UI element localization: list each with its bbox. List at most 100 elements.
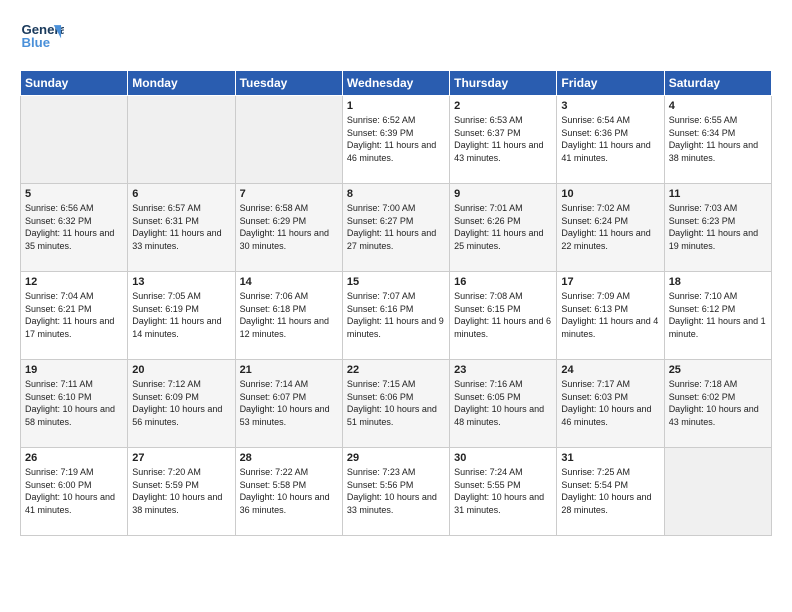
day-info: Sunrise: 7:06 AMSunset: 6:18 PMDaylight:… <box>240 290 338 340</box>
day-number: 23 <box>454 364 552 376</box>
calendar: SundayMondayTuesdayWednesdayThursdayFrid… <box>20 70 772 536</box>
calendar-cell: 13 Sunrise: 7:05 AMSunset: 6:19 PMDayligh… <box>128 272 235 360</box>
weekday-header-tuesday: Tuesday <box>235 71 342 96</box>
day-info: Sunrise: 7:12 AMSunset: 6:09 PMDaylight:… <box>132 378 230 428</box>
day-info: Sunrise: 6:56 AMSunset: 6:32 PMDaylight:… <box>25 202 123 252</box>
calendar-cell: 28 Sunrise: 7:22 AMSunset: 5:58 PMDayligh… <box>235 448 342 536</box>
day-info: Sunrise: 7:09 AMSunset: 6:13 PMDaylight:… <box>561 290 659 340</box>
day-info: Sunrise: 7:24 AMSunset: 5:55 PMDaylight:… <box>454 466 552 516</box>
day-info: Sunrise: 6:57 AMSunset: 6:31 PMDaylight:… <box>132 202 230 252</box>
calendar-cell: 5 Sunrise: 6:56 AMSunset: 6:32 PMDaylight… <box>21 184 128 272</box>
day-info: Sunrise: 7:19 AMSunset: 6:00 PMDaylight:… <box>25 466 123 516</box>
calendar-cell: 20 Sunrise: 7:12 AMSunset: 6:09 PMDayligh… <box>128 360 235 448</box>
day-number: 6 <box>132 188 230 200</box>
day-number: 22 <box>347 364 445 376</box>
day-info: Sunrise: 7:15 AMSunset: 6:06 PMDaylight:… <box>347 378 445 428</box>
day-number: 1 <box>347 100 445 112</box>
day-number: 31 <box>561 452 659 464</box>
day-info: Sunrise: 7:17 AMSunset: 6:03 PMDaylight:… <box>561 378 659 428</box>
day-info: Sunrise: 7:20 AMSunset: 5:59 PMDaylight:… <box>132 466 230 516</box>
calendar-cell: 29 Sunrise: 7:23 AMSunset: 5:56 PMDayligh… <box>342 448 449 536</box>
calendar-cell: 18 Sunrise: 7:10 AMSunset: 6:12 PMDayligh… <box>664 272 771 360</box>
day-info: Sunrise: 6:52 AMSunset: 6:39 PMDaylight:… <box>347 114 445 164</box>
day-number: 28 <box>240 452 338 464</box>
day-info: Sunrise: 7:18 AMSunset: 6:02 PMDaylight:… <box>669 378 767 428</box>
day-number: 26 <box>25 452 123 464</box>
day-number: 30 <box>454 452 552 464</box>
day-number: 2 <box>454 100 552 112</box>
day-number: 12 <box>25 276 123 288</box>
calendar-cell: 3 Sunrise: 6:54 AMSunset: 6:36 PMDaylight… <box>557 96 664 184</box>
calendar-cell: 15Sunrise: 7:07 AMSunset: 6:16 PMDayligh… <box>342 272 449 360</box>
day-number: 11 <box>669 188 767 200</box>
calendar-cell: 2 Sunrise: 6:53 AMSunset: 6:37 PMDaylight… <box>450 96 557 184</box>
day-number: 13 <box>132 276 230 288</box>
day-info: Sunrise: 7:02 AMSunset: 6:24 PMDaylight:… <box>561 202 659 252</box>
day-info: Sunrise: 7:25 AMSunset: 5:54 PMDaylight:… <box>561 466 659 516</box>
day-number: 7 <box>240 188 338 200</box>
week-row-5: 26 Sunrise: 7:19 AMSunset: 6:00 PMDayligh… <box>21 448 772 536</box>
svg-text:Blue: Blue <box>21 35 50 50</box>
day-info: Sunrise: 7:01 AMSunset: 6:26 PMDaylight:… <box>454 202 552 252</box>
week-row-2: 5 Sunrise: 6:56 AMSunset: 6:32 PMDaylight… <box>21 184 772 272</box>
day-number: 27 <box>132 452 230 464</box>
calendar-cell: 1 Sunrise: 6:52 AMSunset: 6:39 PMDaylight… <box>342 96 449 184</box>
day-number: 29 <box>347 452 445 464</box>
day-info: Sunrise: 7:07 AMSunset: 6:16 PMDaylight:… <box>347 290 445 340</box>
calendar-cell: 8 Sunrise: 7:00 AMSunset: 6:27 PMDaylight… <box>342 184 449 272</box>
week-row-1: 1 Sunrise: 6:52 AMSunset: 6:39 PMDaylight… <box>21 96 772 184</box>
day-info: Sunrise: 6:54 AMSunset: 6:36 PMDaylight:… <box>561 114 659 164</box>
calendar-cell: 31 Sunrise: 7:25 AMSunset: 5:54 PMDayligh… <box>557 448 664 536</box>
day-info: Sunrise: 6:53 AMSunset: 6:37 PMDaylight:… <box>454 114 552 164</box>
weekday-header-wednesday: Wednesday <box>342 71 449 96</box>
calendar-cell: 22 Sunrise: 7:15 AMSunset: 6:06 PMDayligh… <box>342 360 449 448</box>
week-row-3: 12 Sunrise: 7:04 AMSunset: 6:21 PMDayligh… <box>21 272 772 360</box>
calendar-cell: 23 Sunrise: 7:16 AMSunset: 6:05 PMDayligh… <box>450 360 557 448</box>
logo: General Blue <box>20 16 68 60</box>
day-number: 24 <box>561 364 659 376</box>
weekday-header-monday: Monday <box>128 71 235 96</box>
day-number: 4 <box>669 100 767 112</box>
day-number: 3 <box>561 100 659 112</box>
day-info: Sunrise: 7:22 AMSunset: 5:58 PMDaylight:… <box>240 466 338 516</box>
day-number: 18 <box>669 276 767 288</box>
weekday-header-friday: Friday <box>557 71 664 96</box>
calendar-cell: 14Sunrise: 7:06 AMSunset: 6:18 PMDayligh… <box>235 272 342 360</box>
day-info: Sunrise: 7:05 AMSunset: 6:19 PMDaylight:… <box>132 290 230 340</box>
day-number: 20 <box>132 364 230 376</box>
day-number: 10 <box>561 188 659 200</box>
weekday-header-row: SundayMondayTuesdayWednesdayThursdayFrid… <box>21 71 772 96</box>
day-number: 16 <box>454 276 552 288</box>
day-number: 19 <box>25 364 123 376</box>
calendar-cell: 27 Sunrise: 7:20 AMSunset: 5:59 PMDayligh… <box>128 448 235 536</box>
header: General Blue <box>20 16 772 60</box>
calendar-cell: 12 Sunrise: 7:04 AMSunset: 6:21 PMDayligh… <box>21 272 128 360</box>
calendar-cell: 10 Sunrise: 7:02 AMSunset: 6:24 PMDayligh… <box>557 184 664 272</box>
calendar-cell: 16 Sunrise: 7:08 AMSunset: 6:15 PMDayligh… <box>450 272 557 360</box>
week-row-4: 19 Sunrise: 7:11 AMSunset: 6:10 PMDayligh… <box>21 360 772 448</box>
calendar-cell <box>664 448 771 536</box>
day-info: Sunrise: 7:14 AMSunset: 6:07 PMDaylight:… <box>240 378 338 428</box>
weekday-header-sunday: Sunday <box>21 71 128 96</box>
calendar-cell <box>21 96 128 184</box>
day-number: 8 <box>347 188 445 200</box>
calendar-cell: 4 Sunrise: 6:55 AMSunset: 6:34 PMDaylight… <box>664 96 771 184</box>
day-info: Sunrise: 7:04 AMSunset: 6:21 PMDaylight:… <box>25 290 123 340</box>
calendar-cell: 17Sunrise: 7:09 AMSunset: 6:13 PMDayligh… <box>557 272 664 360</box>
calendar-cell: 11 Sunrise: 7:03 AMSunset: 6:23 PMDayligh… <box>664 184 771 272</box>
calendar-cell: 25Sunrise: 7:18 AMSunset: 6:02 PMDayligh… <box>664 360 771 448</box>
calendar-cell: 6 Sunrise: 6:57 AMSunset: 6:31 PMDaylight… <box>128 184 235 272</box>
day-info: Sunrise: 7:16 AMSunset: 6:05 PMDaylight:… <box>454 378 552 428</box>
day-info: Sunrise: 7:10 AMSunset: 6:12 PMDaylight:… <box>669 290 767 340</box>
calendar-cell: 7Sunrise: 6:58 AMSunset: 6:29 PMDaylight… <box>235 184 342 272</box>
day-info: Sunrise: 6:55 AMSunset: 6:34 PMDaylight:… <box>669 114 767 164</box>
day-info: Sunrise: 7:11 AMSunset: 6:10 PMDaylight:… <box>25 378 123 428</box>
day-info: Sunrise: 7:23 AMSunset: 5:56 PMDaylight:… <box>347 466 445 516</box>
calendar-cell: 21 Sunrise: 7:14 AMSunset: 6:07 PMDayligh… <box>235 360 342 448</box>
day-info: Sunrise: 7:03 AMSunset: 6:23 PMDaylight:… <box>669 202 767 252</box>
day-number: 21 <box>240 364 338 376</box>
day-number: 5 <box>25 188 123 200</box>
day-info: Sunrise: 7:00 AMSunset: 6:27 PMDaylight:… <box>347 202 445 252</box>
calendar-cell: 24 Sunrise: 7:17 AMSunset: 6:03 PMDayligh… <box>557 360 664 448</box>
day-info: Sunrise: 7:08 AMSunset: 6:15 PMDaylight:… <box>454 290 552 340</box>
